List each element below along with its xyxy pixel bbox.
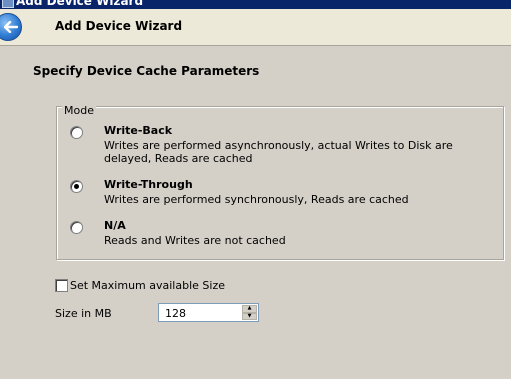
max-size-checkbox[interactable] (55, 279, 68, 292)
back-button[interactable] (0, 13, 22, 41)
write-through-title: Write-Through (104, 178, 193, 191)
app-icon (2, 0, 14, 8)
write-back-description: Writes are performed asynchronously, act… (104, 139, 453, 165)
page-title: Specify Device Cache Parameters (33, 64, 260, 78)
spin-up-icon[interactable]: ▲ (242, 305, 257, 313)
write-back-radio[interactable] (70, 126, 83, 139)
spin-down-icon[interactable]: ▼ (242, 312, 257, 320)
max-size-label: Set Maximum available Size (70, 279, 225, 292)
size-value[interactable]: 128 (165, 307, 186, 320)
window-title: Add Device Wizard (16, 0, 144, 8)
wizard-header: Add Device Wizard (0, 9, 511, 46)
spinner-buttons: ▲ ▼ (242, 305, 257, 320)
na-title: N/A (104, 219, 126, 232)
back-arrow-icon (4, 21, 18, 33)
write-through-radio[interactable] (70, 180, 83, 193)
wizard-title: Add Device Wizard (55, 19, 183, 33)
mode-group-legend: Mode (62, 104, 96, 117)
size-spinner[interactable]: 128 ▲ ▼ (158, 303, 259, 322)
write-through-description: Writes are performed synchronously, Read… (104, 193, 409, 206)
window-title-bar[interactable]: Add Device Wizard (0, 0, 511, 9)
na-description: Reads and Writes are not cached (104, 234, 286, 247)
na-radio[interactable] (70, 221, 83, 234)
write-back-title: Write-Back (104, 124, 173, 137)
size-label: Size in MB (55, 307, 112, 320)
